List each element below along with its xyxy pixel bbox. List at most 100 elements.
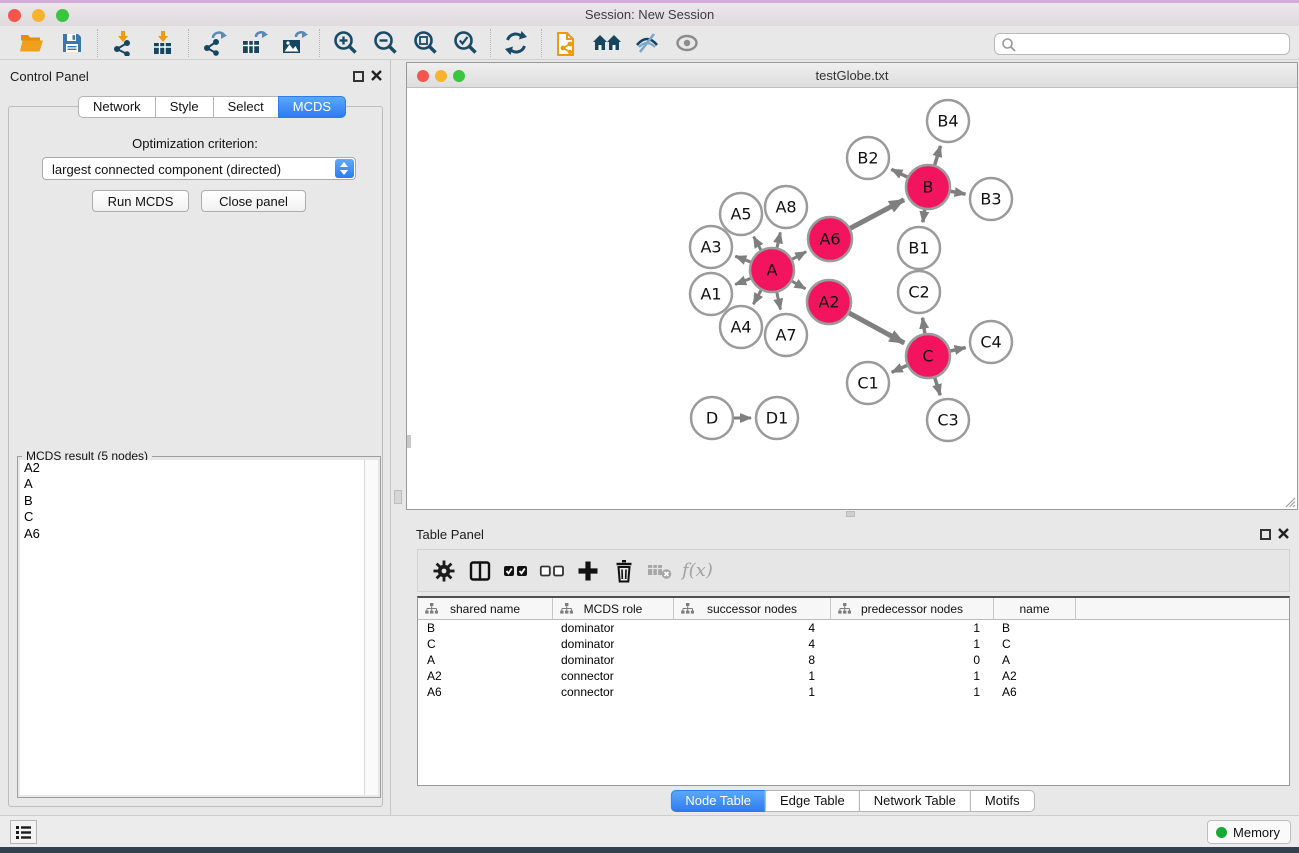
close-panel-button[interactable]: Close panel (201, 190, 306, 212)
show-icon[interactable] (667, 28, 707, 58)
table-cell[interactable]: dominator (553, 652, 674, 668)
tab-node-table[interactable]: Node Table (670, 790, 766, 812)
close-panel-icon[interactable] (371, 70, 382, 81)
application-window: Session: New Session (0, 0, 1299, 853)
tab-style[interactable]: Style (155, 96, 214, 118)
tab-motifs[interactable]: Motifs (970, 790, 1035, 812)
table-cell[interactable]: 1 (831, 668, 994, 684)
table-cell[interactable]: 4 (674, 636, 831, 652)
gear-icon[interactable] (426, 554, 462, 588)
table-cell[interactable]: connector (553, 668, 674, 684)
table-cell[interactable]: 1 (831, 684, 994, 700)
table-cell[interactable]: C (418, 636, 553, 652)
add-column-icon[interactable] (570, 554, 606, 588)
zoom-in-icon[interactable] (325, 28, 365, 58)
unselect-all-icon[interactable] (534, 554, 570, 588)
zoom-out-icon[interactable] (365, 28, 405, 58)
save-icon[interactable] (52, 28, 92, 58)
table-cell[interactable]: dominator (553, 636, 674, 652)
table-cell[interactable]: connector (553, 684, 674, 700)
resize-grip-icon[interactable] (1283, 495, 1296, 508)
memory-button[interactable]: Memory (1207, 820, 1291, 844)
table-cell[interactable]: 4 (674, 620, 831, 636)
tab-select[interactable]: Select (213, 96, 279, 118)
table-cell[interactable]: A2 (994, 668, 1076, 684)
table-row[interactable]: Adominator80A (418, 652, 1289, 668)
column-header-successor-nodes[interactable]: successor nodes (674, 598, 831, 619)
horizontal-splitter-handle[interactable] (846, 511, 855, 517)
delete-table-icon[interactable] (642, 554, 678, 588)
result-scrollbar[interactable] (364, 460, 378, 795)
select-all-icon[interactable] (498, 554, 534, 588)
columns-icon[interactable] (462, 554, 498, 588)
control-panel: Control Panel Network Style Select MCDS … (0, 60, 391, 815)
vertical-splitter-handle[interactable] (394, 490, 402, 504)
table-cell[interactable]: A6 (994, 684, 1076, 700)
graph-node-label: A1 (700, 285, 721, 304)
table-cell[interactable]: 1 (674, 668, 831, 684)
open-icon[interactable] (12, 28, 52, 58)
table-cell[interactable]: dominator (553, 620, 674, 636)
refresh-icon[interactable] (496, 28, 536, 58)
tab-network[interactable]: Network (78, 96, 156, 118)
graph-node-label: C2 (908, 283, 929, 302)
table-row[interactable]: A6connector11A6 (418, 684, 1289, 700)
table-cell[interactable]: 1 (831, 620, 994, 636)
table-cell[interactable]: C (994, 636, 1076, 652)
column-header-mcds-role[interactable]: MCDS role (553, 598, 674, 619)
column-header-shared-name[interactable]: shared name (418, 598, 553, 619)
hide-icon[interactable] (627, 28, 667, 58)
column-label: successor nodes (707, 602, 797, 616)
table-row[interactable]: Bdominator41B (418, 620, 1289, 636)
result-item[interactable]: A2 (20, 460, 364, 476)
table-body[interactable]: Bdominator41BCdominator41CAdominator80AA… (418, 620, 1289, 700)
search-input[interactable] (1021, 35, 1281, 53)
table-cell[interactable]: B (418, 620, 553, 636)
column-header-name[interactable]: name (994, 598, 1076, 619)
delete-column-icon[interactable] (606, 554, 642, 588)
column-header-predecessor-nodes[interactable]: predecessor nodes (831, 598, 994, 619)
table-cell[interactable]: 1 (674, 684, 831, 700)
table-cell[interactable]: 0 (831, 652, 994, 668)
result-item[interactable]: B (20, 493, 364, 509)
table-cell[interactable]: 8 (674, 652, 831, 668)
network-window-titlebar[interactable]: testGlobe.txt (407, 63, 1297, 88)
import-network-icon[interactable] (103, 28, 143, 58)
table-cell[interactable]: A (994, 652, 1076, 668)
table-row[interactable]: A2connector11A2 (418, 668, 1289, 684)
function-icon[interactable]: f(x) (682, 560, 713, 581)
table-cell[interactable]: A2 (418, 668, 553, 684)
export-network-icon[interactable] (194, 28, 234, 58)
table-row[interactable]: Cdominator41C (418, 636, 1289, 652)
tab-mcds[interactable]: MCDS (278, 96, 346, 118)
tab-edge-table[interactable]: Edge Table (765, 790, 860, 812)
export-image-icon[interactable] (274, 28, 314, 58)
graph-nodes[interactable]: B4B2BB3A8A5A6A3B1AC2A1A2A4A7C4CC1DD1C3 (690, 100, 1012, 441)
optimization-criterion-select[interactable]: largest connected component (directed) (42, 157, 356, 180)
result-item[interactable]: C (20, 509, 364, 525)
zoom-selected-icon[interactable] (445, 28, 485, 58)
network-left-handle[interactable] (407, 435, 411, 448)
mcds-result-list[interactable]: A2ABCA6 (20, 460, 364, 795)
graph-node-label: D (706, 409, 718, 428)
network-file-icon[interactable] (547, 28, 587, 58)
table-cell[interactable]: A6 (418, 684, 553, 700)
float-table-panel-icon[interactable] (1260, 529, 1271, 540)
search-icon (1001, 37, 1017, 53)
task-history-button[interactable] (10, 820, 37, 844)
result-item[interactable]: A6 (20, 526, 364, 542)
table-cell[interactable]: A (418, 652, 553, 668)
export-table-icon[interactable] (234, 28, 274, 58)
tab-network-table[interactable]: Network Table (859, 790, 971, 812)
result-item[interactable]: A (20, 476, 364, 492)
float-panel-icon[interactable] (353, 71, 364, 82)
import-table-icon[interactable] (143, 28, 183, 58)
table-cell[interactable]: B (994, 620, 1076, 636)
graph-node-label: B1 (908, 239, 929, 258)
run-mcds-button[interactable]: Run MCDS (92, 190, 189, 212)
table-cell[interactable]: 1 (831, 636, 994, 652)
zoom-fit-icon[interactable] (405, 28, 445, 58)
overview-icon[interactable] (587, 28, 627, 58)
network-canvas[interactable]: B4B2BB3A8A5A6A3B1AC2A1A2A4A7C4CC1DD1C3 (407, 88, 1297, 509)
close-table-panel-icon[interactable] (1278, 528, 1289, 539)
